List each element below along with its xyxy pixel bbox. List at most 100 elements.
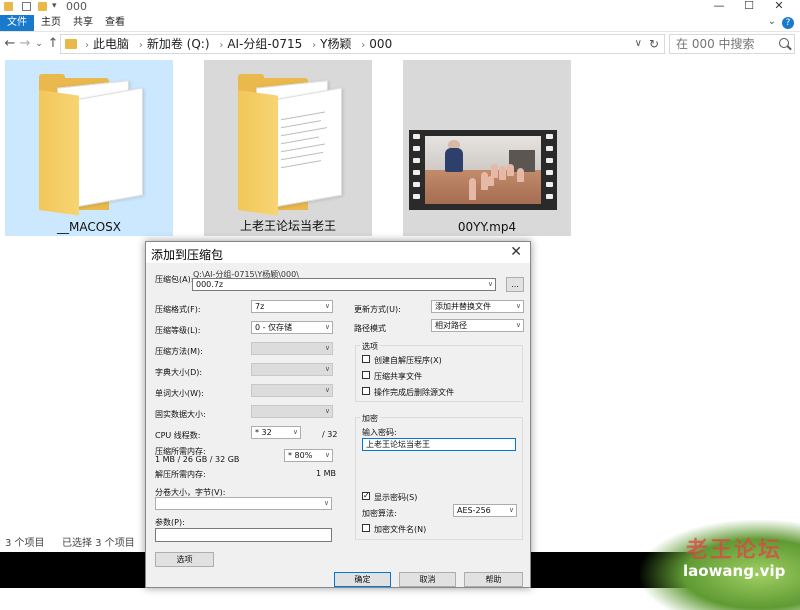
breadcrumb-drive[interactable]: 新加卷 (Q:) [147, 37, 210, 51]
item-count: 3 个项目 [5, 538, 45, 549]
up-button[interactable]: ↑ [46, 35, 60, 53]
decompress-memory-value: 1 MB [316, 469, 337, 478]
quick-access-dropdown-icon[interactable]: ▾ [52, 1, 57, 11]
encryption-method-select[interactable]: AES-256 ∨ [453, 504, 517, 517]
sfx-checkbox[interactable] [362, 355, 370, 363]
decompress-memory-label: 解压所需内存: [155, 470, 206, 479]
method-label: 压缩方法(M): [155, 347, 203, 356]
forward-button[interactable]: → [18, 35, 32, 53]
encryption-method-label: 加密算法: [362, 509, 397, 518]
tab-home[interactable]: 主页 [34, 15, 68, 31]
maximize-button[interactable]: ☐ [734, 0, 764, 14]
encrypt-names-label: 加密文件名(N) [374, 525, 427, 534]
delete-after-label: 操作完成后删除源文件 [374, 388, 454, 397]
parameters-field[interactable] [155, 528, 332, 542]
tab-view[interactable]: 查看 [98, 15, 132, 31]
address-dropdown-icon[interactable]: ∨ [635, 35, 642, 53]
chevron-down-icon: ∨ [508, 506, 514, 514]
file-item-macosx[interactable]: __MACOSX [5, 60, 173, 236]
breadcrumb-group[interactable]: AI-分组-0715 [227, 37, 302, 51]
search-icon [779, 38, 789, 48]
file-item-folder[interactable]: 上老王论坛当老王 [204, 60, 372, 236]
close-button[interactable]: ✕ [764, 0, 794, 14]
address-bar[interactable]: › 此电脑 › 新加卷 (Q:) › AI-分组-0715 › Y杨颖 › 000 ∨ ↻ [60, 34, 665, 54]
archive-name-field[interactable]: 000.7z ∨ [192, 278, 496, 291]
expand-ribbon-icon[interactable]: ⌄ [768, 16, 776, 27]
browse-button[interactable]: ... [506, 277, 524, 292]
show-password-checkbox[interactable] [362, 491, 370, 500]
file-name: 00YY.mp4 [457, 220, 517, 234]
password-label: 输入密码: [362, 428, 397, 437]
encryption-group-label: 加密 [360, 413, 380, 424]
properties-icon[interactable] [22, 2, 31, 11]
format-select[interactable]: 7z ∨ [251, 300, 333, 313]
minimize-button[interactable]: — [704, 0, 734, 14]
memory-percent-select[interactable]: * 80% ∨ [284, 449, 333, 462]
chevron-down-icon: ∨ [324, 365, 330, 373]
breadcrumb-person[interactable]: Y杨颖 [320, 37, 351, 51]
update-mode-label: 更新方式(U): [354, 305, 401, 314]
video-thumbnail [409, 130, 557, 210]
update-mode-select[interactable]: 添加并替换文件 ∨ [431, 300, 524, 313]
password-field[interactable]: 上老王论坛当老王 [362, 438, 516, 451]
memory-detail: 1 MB / 26 GB / 32 GB [155, 455, 240, 464]
chevron-down-icon: ∨ [324, 344, 330, 352]
refresh-icon[interactable]: ↻ [649, 35, 659, 53]
ribbon: 文件 主页 共享 查看 ⌄ ? [0, 15, 800, 32]
chevron-down-icon: ∨ [324, 407, 330, 415]
parameters-label: 参数(P): [155, 518, 185, 527]
dialog-title: 添加到压缩包 [151, 248, 224, 262]
ok-button[interactable]: 确定 [334, 572, 391, 587]
help-button[interactable]: 帮助 [464, 572, 523, 587]
add-to-archive-dialog: 添加到压缩包 ✕ 压缩包(A): Q:\AI-分组-0715\Y杨颖\000\ … [145, 241, 531, 588]
breadcrumb-this-pc[interactable]: 此电脑 [93, 37, 129, 51]
dialog-title-bar: 添加到压缩包 ✕ [146, 242, 530, 263]
method-select: ∨ [251, 342, 333, 355]
chevron-down-icon[interactable]: ∨ [488, 279, 493, 290]
path-mode-select[interactable]: 相对路径 ∨ [431, 319, 524, 332]
level-label: 压缩等级(L): [155, 326, 201, 335]
options-button[interactable]: 选项 [155, 552, 214, 567]
split-volume-select[interactable]: ∨ [155, 497, 332, 510]
folder-icon [4, 2, 13, 11]
show-password-label: 显示密码(S) [374, 493, 418, 502]
search-input[interactable] [670, 35, 770, 53]
title-bar: ▾ 000 — ☐ ✕ [0, 0, 800, 14]
folder-icon [65, 39, 77, 49]
tab-file[interactable]: 文件 [0, 15, 34, 31]
chevron-down-icon: ∨ [324, 386, 330, 394]
breadcrumb: › 此电脑 › 新加卷 (Q:) › AI-分组-0715 › Y杨颖 › 000 [85, 37, 393, 51]
shared-files-checkbox[interactable] [362, 371, 370, 379]
recent-dropdown-icon[interactable]: ⌄ [32, 35, 46, 53]
new-folder-icon[interactable] [38, 2, 47, 11]
tab-share[interactable]: 共享 [66, 15, 100, 31]
cpu-threads-label: CPU 线程数: [155, 431, 201, 440]
help-icon[interactable]: ? [782, 17, 794, 29]
options-group-label: 选项 [360, 341, 380, 352]
chevron-down-icon: ∨ [323, 499, 329, 507]
file-item-video[interactable]: 00YY.mp4 [403, 60, 571, 236]
dialog-close-icon[interactable]: ✕ [510, 244, 522, 260]
selected-count: 已选择 3 个项目 [62, 538, 135, 549]
shared-files-label: 压缩共享文件 [374, 372, 422, 381]
cpu-threads-select[interactable]: * 32 ∨ [251, 426, 301, 439]
back-button[interactable]: ← [3, 35, 17, 53]
breadcrumb-current[interactable]: 000 [369, 37, 392, 51]
word-size-label: 单词大小(W): [155, 389, 204, 398]
dictionary-select: ∨ [251, 363, 333, 376]
window-title: 000 [66, 0, 87, 13]
encrypt-names-checkbox[interactable] [362, 524, 370, 532]
dictionary-label: 字典大小(D): [155, 368, 203, 377]
path-mode-label: 路径模式 [354, 324, 386, 333]
chevron-down-icon: ∨ [292, 428, 298, 436]
level-select[interactable]: 0 - 仅存储 ∨ [251, 321, 333, 334]
solid-size-select: ∨ [251, 405, 333, 418]
watermark-url: laowang.vip [683, 562, 786, 580]
format-label: 压缩格式(F): [155, 305, 201, 314]
solid-size-label: 固实数据大小: [155, 410, 206, 419]
search-box[interactable] [669, 34, 795, 54]
chevron-down-icon: ∨ [324, 451, 330, 459]
cancel-button[interactable]: 取消 [399, 572, 456, 587]
sfx-label: 创建自解压程序(X) [374, 356, 442, 365]
delete-after-checkbox[interactable] [362, 387, 370, 395]
